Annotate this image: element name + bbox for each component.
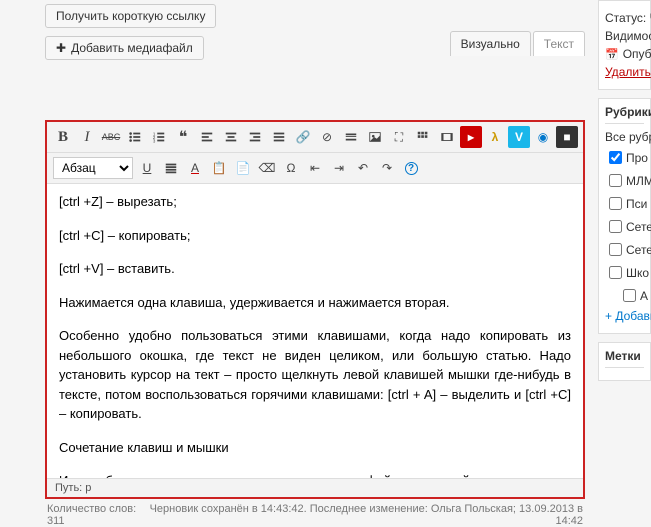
- wordcount-value: 311: [47, 515, 65, 527]
- align-right-button[interactable]: [244, 126, 266, 148]
- redo-button[interactable]: ↷: [376, 157, 398, 179]
- sidebar: Статус: Че Видимост 📅 Опубл Удалить Рубр…: [598, 0, 651, 389]
- strike-button[interactable]: ABC: [100, 126, 122, 148]
- status-label: Статус:: [605, 11, 646, 25]
- help-button[interactable]: ?: [400, 157, 422, 179]
- wordcount-label: Количество слов:: [47, 503, 136, 515]
- toolbar-row-1: B I ABC 123 ❝ 🔗 ⊘ ⛶ ▶ λ V ◉ ■: [47, 122, 583, 153]
- insert-video-button[interactable]: [436, 126, 458, 148]
- content-p6: Сочетание клавиш и мышки: [59, 438, 571, 458]
- shortlink-label: Получить короткую ссылку: [56, 9, 205, 23]
- indent-button[interactable]: ⇥: [328, 157, 350, 179]
- add-media-label: Добавить медиафайл: [71, 41, 193, 55]
- align-left-button[interactable]: [196, 126, 218, 148]
- add-media-button[interactable]: ✚ Добавить медиафайл: [45, 36, 204, 60]
- toolbar-row-2: Абзац U A 📋 📄 ⌫ Ω ⇤ ⇥ ↶ ↷ ?: [47, 153, 583, 184]
- all-categories-tab[interactable]: Все рубр: [605, 130, 644, 144]
- undo-button[interactable]: ↶: [352, 157, 374, 179]
- special-char-button[interactable]: Ω: [280, 157, 302, 179]
- draft-saved: Черновик сохранён в 14:43:42.: [150, 503, 307, 515]
- text-color-button[interactable]: A: [184, 157, 206, 179]
- youtube-button[interactable]: ▶: [460, 126, 482, 148]
- tab-visual[interactable]: Визуально: [450, 31, 531, 56]
- underline-button[interactable]: U: [136, 157, 158, 179]
- italic-button[interactable]: I: [76, 126, 98, 148]
- cat-label-2: Пси: [626, 197, 647, 211]
- unlink-button[interactable]: ⊘: [316, 126, 338, 148]
- kitchen-sink-button[interactable]: [412, 126, 434, 148]
- blockquote-button[interactable]: ❝: [172, 126, 194, 148]
- calendar-icon: 📅: [605, 48, 619, 61]
- editor-content[interactable]: [ctrl +Z] – вырезать; [ctrl +C] – копиро…: [47, 184, 583, 478]
- align-center-button[interactable]: [220, 126, 242, 148]
- categories-head: Рубрики: [605, 105, 644, 124]
- outdent-button[interactable]: ⇤: [304, 157, 326, 179]
- svg-text:3: 3: [153, 138, 156, 143]
- last-edit: Последнее изменение: Ольга Польская; 13.…: [310, 503, 583, 527]
- cat-checkbox-0[interactable]: [609, 151, 622, 164]
- image-button[interactable]: [364, 126, 386, 148]
- fullscreen-button[interactable]: ⛶: [388, 126, 410, 148]
- cat-label-3: Сете: [626, 220, 651, 234]
- link-button[interactable]: 🔗: [292, 126, 314, 148]
- content-p4: Нажимается одна клавиша, удерживается и …: [59, 293, 571, 313]
- cat-checkbox-4[interactable]: [609, 243, 622, 256]
- cat-checkbox-5[interactable]: [609, 266, 622, 279]
- content-p2: [ctrl +C] – копировать;: [59, 226, 571, 246]
- tags-head: Метки: [605, 349, 644, 368]
- cat-label-5: Шко: [626, 266, 649, 280]
- align-justify-button[interactable]: [268, 126, 290, 148]
- content-p5: Особенно удобно пользоваться этими клави…: [59, 326, 571, 424]
- cat-label-0: Про: [626, 151, 648, 165]
- get-shortlink-button[interactable]: Получить короткую ссылку: [45, 4, 216, 28]
- more-button[interactable]: [340, 126, 362, 148]
- path-bar: Путь: p: [47, 478, 583, 497]
- visibility-label: Видимост: [605, 29, 651, 43]
- vimeo-button[interactable]: V: [508, 126, 530, 148]
- numbered-list-button[interactable]: 123: [148, 126, 170, 148]
- sphere-button[interactable]: ◉: [532, 126, 554, 148]
- lambda-button[interactable]: λ: [484, 126, 506, 148]
- bold-button[interactable]: B: [52, 126, 74, 148]
- cat-checkbox-3[interactable]: [609, 220, 622, 233]
- tab-text[interactable]: Текст: [533, 31, 585, 56]
- cat-checkbox-1[interactable]: [609, 174, 622, 187]
- content-p1: [ctrl +Z] – вырезать;: [59, 192, 571, 212]
- content-p7: Иногда бывает так, что надо перенести не…: [59, 471, 571, 478]
- cat-checkbox-2[interactable]: [609, 197, 622, 210]
- cat-label-1: МЛМ: [626, 174, 651, 188]
- delete-link[interactable]: Удалить: [605, 65, 651, 79]
- add-media-icon: ✚: [56, 41, 66, 55]
- editor-container: B I ABC 123 ❝ 🔗 ⊘ ⛶ ▶ λ V ◉ ■ Абзац: [45, 120, 585, 499]
- cat-checkbox-child[interactable]: [623, 289, 636, 302]
- add-category-link[interactable]: + Добави: [605, 309, 651, 323]
- dark-button[interactable]: ■: [556, 126, 578, 148]
- status-row: Количество слов: 311 Черновик сохранён в…: [45, 499, 585, 527]
- align-full-button[interactable]: [160, 157, 182, 179]
- format-select[interactable]: Абзац: [53, 157, 133, 179]
- cat-label-child: А: [640, 289, 648, 303]
- bullet-list-button[interactable]: [124, 126, 146, 148]
- publish-label: Опубл: [623, 47, 651, 61]
- remove-format-button[interactable]: ⌫: [256, 157, 278, 179]
- cat-label-4: Сете: [626, 243, 651, 257]
- content-p3: [ctrl +V] – вставить.: [59, 259, 571, 279]
- paste-text-button[interactable]: 📋: [208, 157, 230, 179]
- paste-word-button[interactable]: 📄: [232, 157, 254, 179]
